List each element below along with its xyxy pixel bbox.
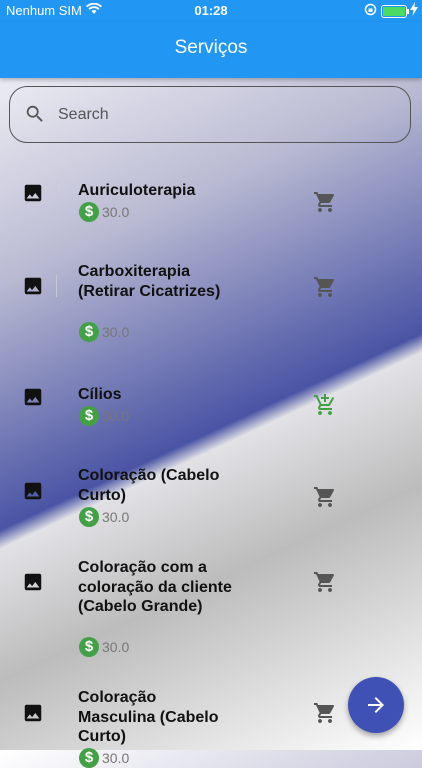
search-input[interactable]: Search — [9, 86, 411, 143]
service-price: 30.0 — [102, 324, 130, 340]
image-icon — [22, 480, 44, 507]
add-to-cart-button[interactable] — [313, 570, 337, 599]
battery-icon — [381, 5, 409, 18]
service-price: 30.0 — [102, 204, 130, 220]
dollar-icon: $ — [79, 202, 99, 222]
search-placeholder: Search — [58, 106, 109, 123]
app-bar: Serviços — [0, 22, 422, 78]
divider — [56, 275, 57, 297]
add-to-cart-button[interactable] — [313, 701, 337, 730]
added-to-cart-button[interactable] — [313, 393, 337, 422]
divider — [56, 182, 57, 204]
image-icon — [22, 182, 44, 209]
service-name: Coloração com a coloração da cliente (Ca… — [78, 559, 232, 615]
service-name: Carboxiterapia (Retirar Cicatrizes) — [78, 263, 221, 300]
service-name: Coloração Masculina (Cabelo Curto) — [78, 689, 219, 745]
page-title: Serviços — [174, 37, 248, 58]
add-to-cart-button[interactable] — [313, 190, 337, 219]
dollar-icon: $ — [79, 748, 99, 768]
rotation-lock-icon — [364, 3, 377, 19]
image-icon — [22, 571, 44, 598]
dollar-icon: $ — [79, 406, 99, 426]
dollar-icon: $ — [79, 322, 99, 342]
status-bar: Nenhum SIM 01:28 — [0, 0, 422, 22]
service-name: Auriculoterapia — [78, 182, 196, 199]
dollar-icon: $ — [79, 637, 99, 657]
service-price: 30.0 — [102, 750, 130, 766]
add-to-cart-button[interactable] — [313, 275, 337, 304]
add-to-cart-button[interactable] — [313, 485, 337, 514]
service-price: 30.0 — [102, 408, 130, 424]
image-icon — [22, 702, 44, 729]
service-name: Coloração (Cabelo Curto) — [78, 467, 220, 504]
clock: 01:28 — [194, 3, 228, 18]
next-button[interactable] — [348, 677, 404, 733]
search-icon — [24, 103, 46, 130]
dollar-icon: $ — [79, 507, 99, 527]
service-price: 30.0 — [102, 509, 130, 525]
service-price: 30.0 — [102, 639, 130, 655]
service-name: Cílios — [78, 386, 122, 403]
charging-icon — [410, 2, 418, 19]
image-icon — [22, 386, 44, 413]
image-icon — [22, 275, 44, 302]
